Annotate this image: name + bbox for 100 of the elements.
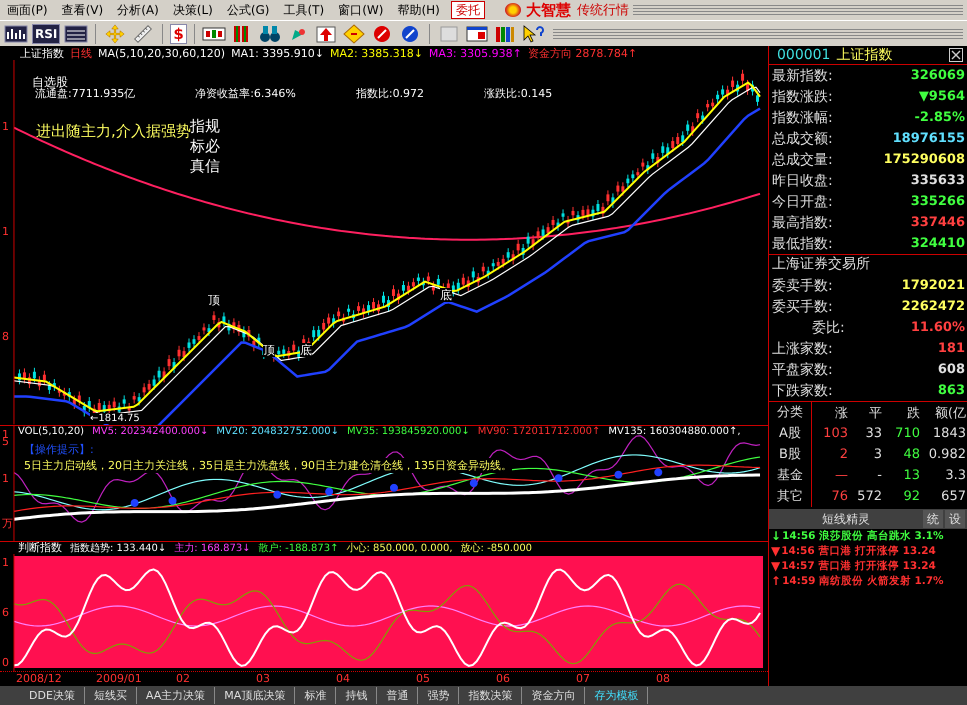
period-label: 日线 [70, 46, 92, 61]
close-icon[interactable] [949, 48, 963, 62]
date-label: 2008/12 [16, 672, 63, 686]
table-cell-text: — [834, 468, 848, 484]
template-tab[interactable]: DDE决策 [20, 687, 85, 704]
menu-item[interactable]: 工具(T) [276, 0, 332, 20]
quote-value: 335266 [910, 194, 965, 210]
stat-text: 流通盘:7711.935亿 [35, 87, 136, 102]
quote-value: 18976155 [892, 131, 965, 146]
quote-value: 324410 [910, 236, 965, 252]
quote-label: 平盘家数: [772, 360, 833, 379]
window-icon[interactable] [464, 24, 489, 44]
table-cell-text: - [876, 468, 882, 484]
template-tab[interactable]: 存为模板 [585, 687, 648, 704]
order-button[interactable]: 委托 [450, 1, 485, 19]
trend-arrow: ▼ [771, 544, 780, 560]
quote-value: 863 [938, 383, 965, 398]
quote-label: 总成交量: [772, 150, 833, 169]
hint-text: 5日主力启动线，20日主力关注线，35日是主力洗盘线，90日主力建仓清仓线，135日资金异动线。 [24, 458, 512, 473]
quote-value: 11.60% [910, 320, 965, 336]
stat-text: 指数比:0.972 [356, 86, 424, 102]
axis-label: 8 [2, 330, 9, 344]
chart-marker: 顶 [208, 293, 220, 308]
quote-label: 最新指数: [772, 66, 833, 85]
indicator-name: 判断指数 [18, 540, 62, 556]
exchange-name: 上海证券交易所 [772, 256, 870, 272]
menu-item[interactable]: 决策(L) [166, 0, 220, 20]
table-cell-text: 572 [856, 489, 882, 504]
date-label: 07 [576, 672, 591, 686]
ma-value: MA3: 3305.938↑ [428, 46, 522, 60]
table-cell: 其它 [769, 486, 812, 508]
table-icon[interactable] [64, 24, 88, 44]
quote-value: 175290608 [884, 152, 965, 168]
alert-text[interactable]: 14:56 营口港 打开涨停 13.24 [781, 544, 936, 560]
hint-title: 【操作提示】: [24, 442, 94, 457]
chart-marker: 底 [440, 288, 452, 302]
diamond-icon[interactable] [342, 24, 366, 44]
quote-label: 委卖手数: [772, 276, 833, 295]
binoculars-icon[interactable] [258, 24, 282, 44]
quote-label: 最高指数: [772, 214, 833, 232]
menu-item[interactable]: 查看(V) [54, 0, 110, 20]
column-header: 涨 [834, 404, 848, 422]
volume-label: VOL(5,10,20) [18, 426, 84, 437]
sprite-button[interactable]: 设 [945, 510, 965, 528]
column-header: 跌 [906, 404, 920, 422]
brand-subtitle: 传统行情 [576, 2, 629, 19]
index-name: 上证指数 [20, 46, 64, 61]
indicator-value: 散户: -188.873↑ [258, 542, 338, 555]
template-tab[interactable]: 持钱 [336, 687, 378, 704]
template-tab[interactable]: 标准 [295, 687, 336, 704]
date-label: 04 [336, 672, 351, 686]
alert-text[interactable]: 14:59 南纺股份 火箭发射 1.7% [782, 574, 944, 590]
menu-item[interactable]: 分析(A) [110, 0, 166, 20]
slogan-text: 进出随主力,介入据强势 [36, 122, 191, 140]
indicator-value: 主力: 168.873↓ [174, 542, 251, 555]
menu-item[interactable]: 帮助(H) [390, 0, 447, 20]
table-cell-text: 657 [940, 489, 966, 504]
ma-value: MA2: 3385.318↓ [330, 46, 423, 60]
alert-text[interactable]: 14:57 营口港 打开涨停 13.24 [781, 559, 936, 574]
table-cell-text: 710 [894, 426, 920, 442]
date-label: 08 [656, 672, 671, 686]
template-tab[interactable]: 强势 [418, 687, 460, 704]
table-cell: 基金 [769, 465, 812, 486]
help-pointer-icon[interactable] [520, 24, 545, 44]
table-cell-text: 1843 [932, 426, 966, 442]
menu-item[interactable]: 画面(P) [0, 0, 55, 20]
quote-label: 指数涨跌: [772, 88, 833, 106]
template-tab[interactable]: 指数决策 [459, 687, 522, 704]
volume-average-value: MV5: 202342400.000↓ [92, 426, 208, 437]
template-tab[interactable]: AA主力决策 [136, 687, 216, 704]
table-cell-text: 92 [902, 489, 920, 504]
rsi-button[interactable]: RSI [32, 24, 60, 44]
dollar-button[interactable]: $ [170, 24, 187, 44]
template-tab[interactable]: 普通 [377, 687, 418, 704]
quote-label: 上涨家数: [772, 340, 833, 358]
quote-label: 下跌家数: [772, 382, 833, 400]
trend-arrow: ↑ [771, 574, 782, 590]
stat-text: 净资收益率:6.346% [195, 86, 296, 102]
volume-average-value: MV90: 172011712.000↑ [478, 426, 600, 437]
date-label: 06 [496, 672, 511, 686]
quote-value: -2.85% [914, 110, 965, 126]
chart-marker: 底 [300, 343, 312, 358]
axis-label: 1 [2, 472, 9, 485]
quote-label: 今日开盘: [772, 192, 833, 211]
ma-value: 资金方向 2878.784↑ [528, 46, 638, 61]
quote-label: 委比: [811, 318, 845, 337]
template-tab[interactable]: 短线买 [84, 687, 137, 704]
sprite-button[interactable]: 统 [923, 510, 943, 528]
motto-text: 真信 [190, 156, 220, 176]
alert-text[interactable]: 14:56 浪莎股份 高台跳水 3.1% [782, 529, 944, 544]
motto-text: 标必 [190, 137, 220, 156]
column-header: 额(亿 [934, 404, 966, 422]
quote-value: 335633 [910, 173, 965, 188]
quote-value: 1792021 [902, 278, 965, 294]
menu-item[interactable]: 窗口(W) [331, 0, 390, 20]
menu-item[interactable]: 公式(G) [220, 0, 276, 20]
bar-chart-icon[interactable] [4, 24, 28, 44]
trend-arrow: ↓ [771, 529, 782, 544]
template-tab[interactable]: 资金方向 [522, 687, 586, 704]
template-tab[interactable]: MA顶底决策 [215, 687, 296, 704]
